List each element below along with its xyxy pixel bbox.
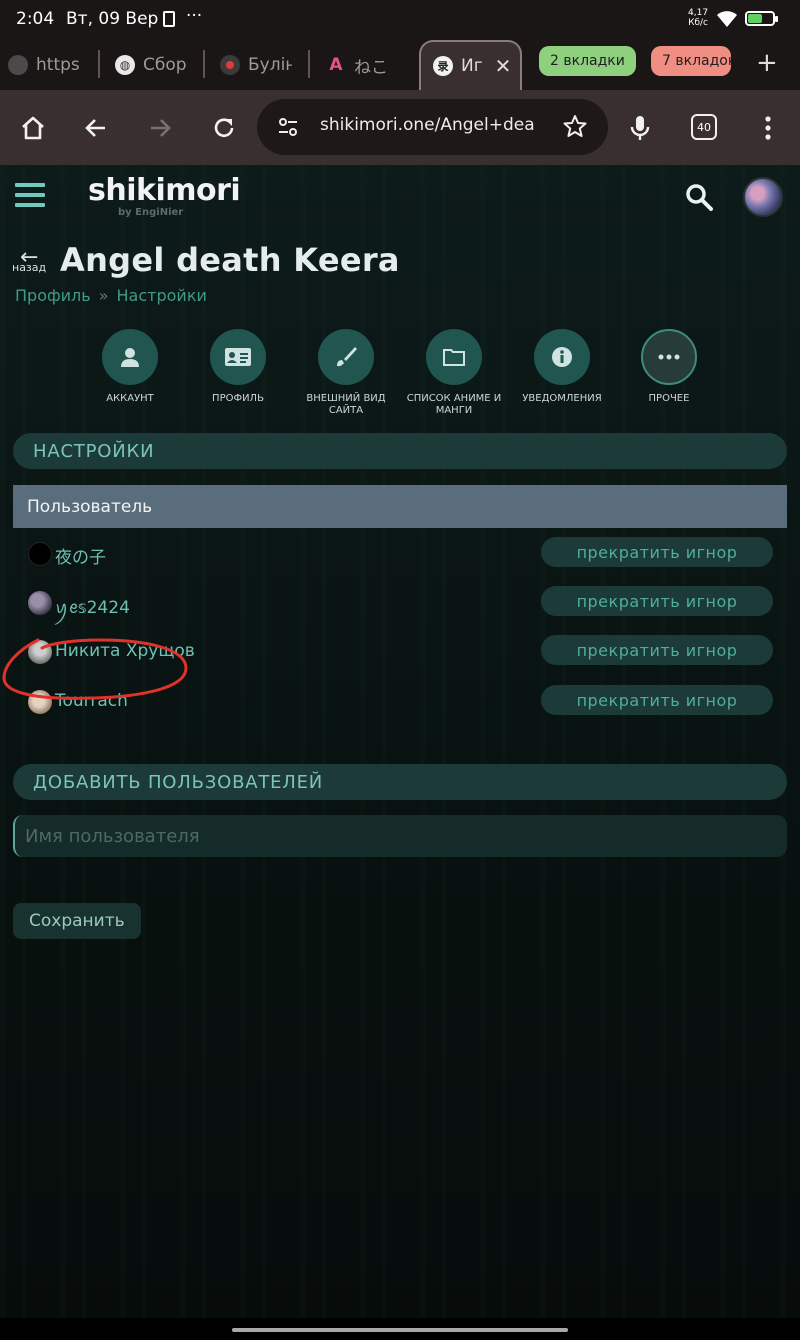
- hamburger-menu-icon[interactable]: [15, 183, 45, 213]
- user-icon: [102, 329, 158, 385]
- site-settings-icon[interactable]: [277, 116, 299, 138]
- user-avatar-small[interactable]: [28, 591, 52, 615]
- bookmark-star-icon[interactable]: [562, 113, 588, 139]
- tab-title: Иг: [461, 56, 483, 76]
- back-link-label[interactable]: назад: [12, 261, 46, 274]
- page-title: Angel death Keera: [60, 241, 400, 279]
- reload-icon[interactable]: [206, 110, 242, 146]
- browser-tab-strip: https: ◍ Сборі Булін A ねこ 录 Иг ✕ 2 вклад…: [0, 38, 800, 90]
- user-avatar-small[interactable]: [28, 542, 52, 566]
- nav-profile[interactable]: Профиль: [183, 329, 293, 405]
- back-icon[interactable]: [78, 110, 114, 146]
- tab-group-chip[interactable]: 2 вкладки: [539, 46, 636, 76]
- tab-title: Сборі: [143, 55, 187, 75]
- url-text[interactable]: shikimori.one/Angel+death+Keera/edit/ign…: [320, 115, 535, 135]
- nav-label: Аккаунт: [106, 393, 154, 404]
- settings-nav: Аккаунт Профиль Внешний вид сайта Список…: [0, 329, 800, 419]
- search-icon[interactable]: [684, 182, 714, 212]
- tab-title: https:: [36, 55, 80, 75]
- unignore-button[interactable]: прекратить игнор: [541, 586, 773, 616]
- status-date: Вт, 09 Вер: [66, 9, 159, 29]
- forward-icon[interactable]: [142, 110, 178, 146]
- nav-label: Уведомления: [522, 393, 602, 404]
- net-speed: 4,17 Кб/с: [688, 8, 708, 28]
- nav-anime-list[interactable]: Список аниме и манги: [399, 329, 509, 417]
- net-speed-unit: Кб/с: [688, 18, 708, 28]
- breadcrumb: Профиль » Настройки: [15, 286, 207, 305]
- browser-tab[interactable]: ◍ Сборі: [115, 46, 187, 84]
- more-icon: [641, 329, 697, 385]
- record-icon: [220, 55, 240, 75]
- site-logo-subtitle: by EngiNier: [118, 207, 184, 218]
- tab-divider: [203, 50, 205, 78]
- nav-other[interactable]: Прочее: [614, 329, 724, 405]
- save-button[interactable]: Сохранить: [13, 903, 141, 939]
- home-icon[interactable]: [15, 110, 51, 146]
- browser-toolbar: shikimori.one/Angel+death+Keera/edit/ign…: [0, 90, 800, 165]
- tab-divider: [308, 50, 310, 78]
- add-users-section-header: ДОБАВИТЬ ПОЛЬЗОВАТЕЛЕЙ: [13, 764, 787, 800]
- gesture-handle[interactable]: [232, 1328, 568, 1332]
- annotation-circle: [2, 638, 188, 700]
- settings-section-header: НАСТРОЙКИ: [13, 433, 787, 469]
- user-name-link[interactable]: 夜の子: [55, 543, 106, 568]
- globe-icon: ◍: [115, 55, 135, 75]
- app-icon: A: [329, 55, 343, 75]
- close-tab-icon[interactable]: ✕: [495, 54, 512, 78]
- menu-dots-icon[interactable]: [750, 110, 786, 146]
- users-table-header: Пользователь: [13, 485, 787, 528]
- more-notifications: ···: [186, 6, 203, 26]
- id-card-icon: [210, 329, 266, 385]
- brush-icon: [318, 329, 374, 385]
- battery-icon: [745, 11, 778, 26]
- address-bar[interactable]: shikimori.one/Angel+death+Keera/edit/ign…: [257, 99, 608, 155]
- nav-label: Профиль: [212, 393, 264, 404]
- wifi-icon: [717, 11, 737, 27]
- info-icon: [534, 329, 590, 385]
- tab-title: ねこ: [354, 57, 388, 78]
- tab-title: Булін: [248, 55, 292, 75]
- tab-switcher-button[interactable]: 40: [691, 114, 717, 140]
- net-speed-value: 4,17: [688, 8, 709, 18]
- nav-label: Прочее: [648, 393, 690, 404]
- system-nav-bar: [0, 1318, 800, 1340]
- globe-icon: [8, 55, 28, 75]
- microphone-icon[interactable]: [622, 110, 658, 146]
- tab-group-chip[interactable]: 7 вкладок: [651, 46, 731, 76]
- unignore-button[interactable]: прекратить игнор: [541, 685, 773, 715]
- notification-icon: [163, 11, 175, 27]
- ignored-user-row: 夜の子 прекратить игнор: [13, 534, 787, 574]
- unignore-button[interactable]: прекратить игнор: [541, 537, 773, 567]
- folder-icon: [426, 329, 482, 385]
- breadcrumb-settings-link[interactable]: Настройки: [117, 286, 207, 305]
- status-bar: 2:04 Вт, 09 Вер ··· 4,17 Кб/с: [0, 0, 800, 38]
- breadcrumb-separator: »: [98, 286, 109, 305]
- breadcrumb-profile-link[interactable]: Профиль: [15, 286, 91, 305]
- tab-divider: [98, 50, 100, 78]
- new-tab-icon[interactable]: +: [756, 48, 778, 78]
- ignored-user-row: ꪗꫀ𝕤2424 прекратить игнор: [13, 583, 787, 623]
- nav-label: Список аниме и манги: [406, 393, 502, 416]
- page-content: shikimori by EngiNier ← назад Angel deat…: [0, 165, 800, 1318]
- nav-account[interactable]: Аккаунт: [75, 329, 185, 405]
- nav-notifications[interactable]: Уведомления: [507, 329, 617, 405]
- user-avatar[interactable]: [743, 177, 783, 217]
- unignore-button[interactable]: прекратить игнор: [541, 635, 773, 665]
- browser-tab-active[interactable]: 录 Иг ✕: [419, 40, 522, 90]
- browser-tab[interactable]: Булін: [220, 46, 292, 84]
- site-logo[interactable]: shikimori: [88, 173, 241, 208]
- nav-appearance[interactable]: Внешний вид сайта: [291, 329, 401, 417]
- username-input[interactable]: [13, 815, 787, 857]
- status-time: 2:04: [16, 9, 55, 29]
- browser-tab[interactable]: A ねこ: [326, 46, 406, 84]
- browser-tab[interactable]: https:: [8, 46, 80, 84]
- nav-label: Внешний вид сайта: [306, 393, 386, 416]
- shikimori-favicon: 录: [433, 56, 453, 76]
